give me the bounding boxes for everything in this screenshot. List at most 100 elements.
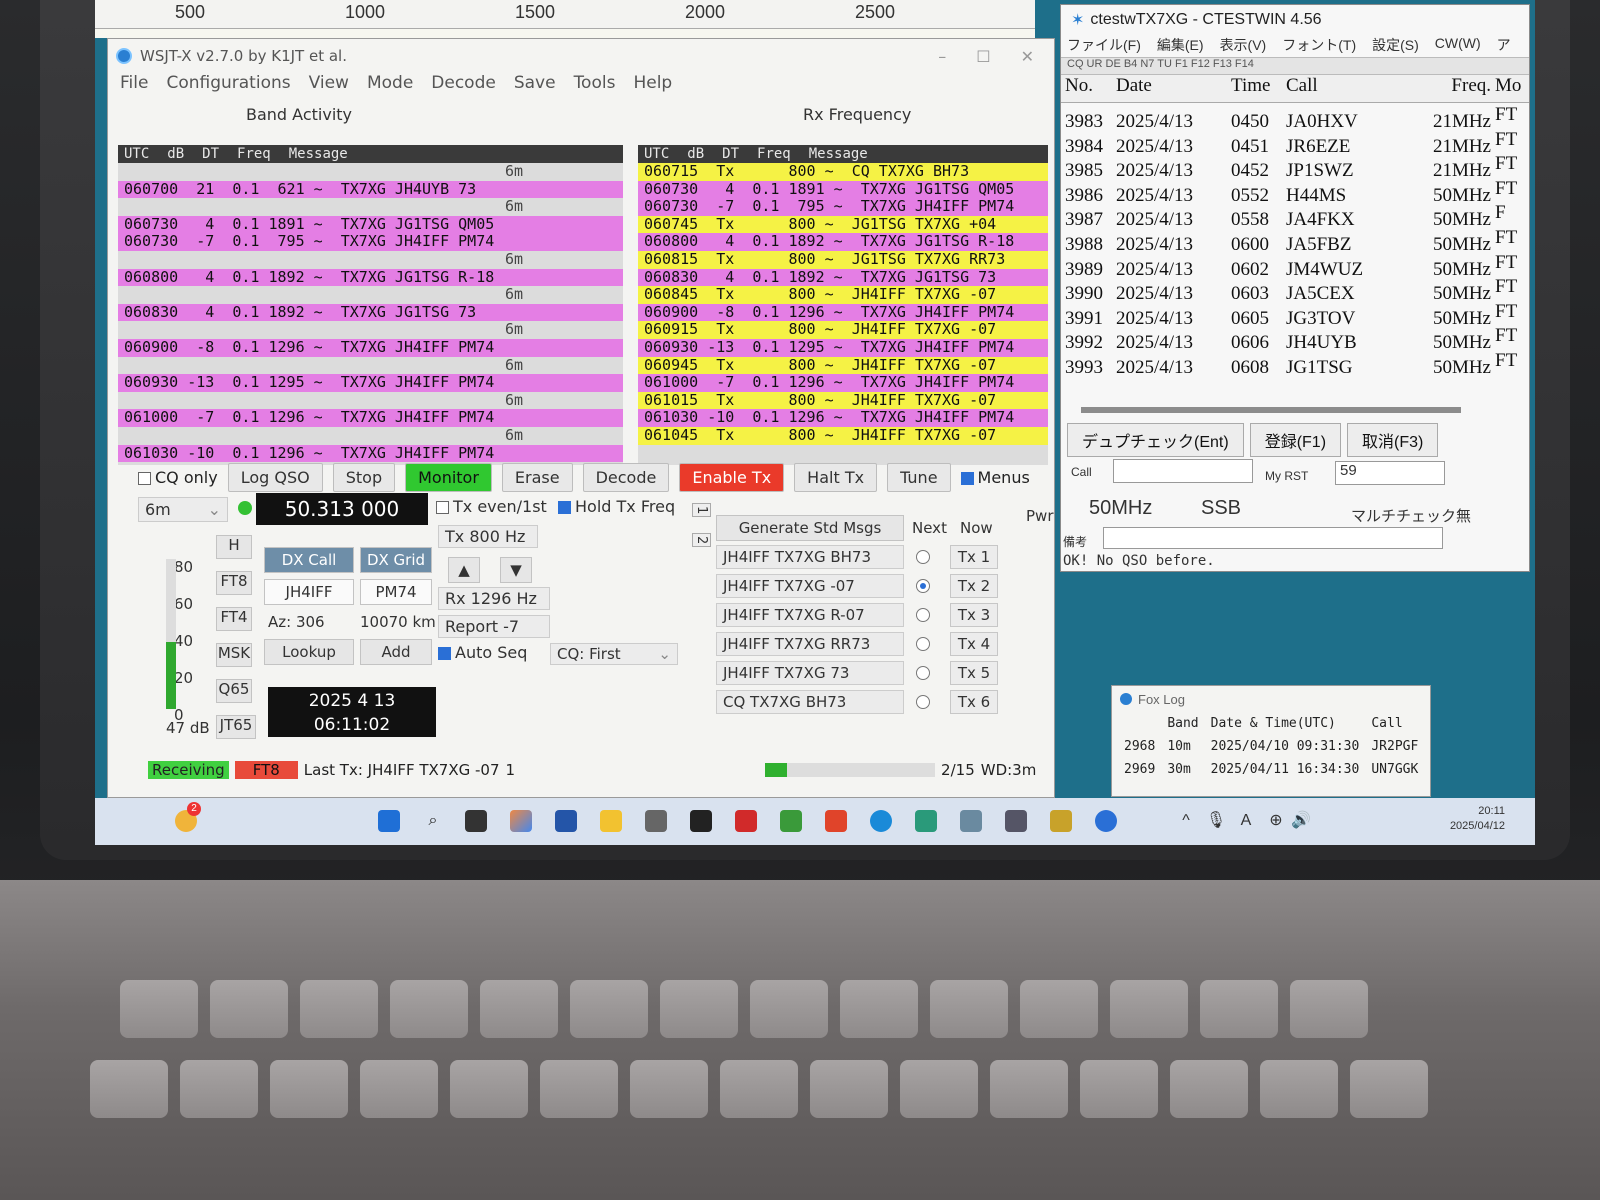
decode-row[interactable]: 060800 4 0.1 1892 ~ TX7XG JG1TSG R-18 xyxy=(638,233,1048,251)
decode-row[interactable]: 060915 Tx 800 ~ JH4IFF TX7XG -07 xyxy=(638,321,1048,339)
tx-even-checkbox[interactable]: Tx even/1st xyxy=(436,497,547,516)
decode-row[interactable]: 060730 -7 0.1 795 ~ TX7XG JH4IFF PM74 xyxy=(118,233,623,251)
decode-row[interactable]: 060700 21 0.1 621 ~ TX7XG JH4UYB 73 xyxy=(118,180,623,199)
decode-row[interactable]: 060730 4 0.1 1891 ~ TX7XG JG1TSG QM05 xyxy=(118,215,623,234)
decode-row[interactable]: 061030 -10 0.1 1296 ~ TX7XG JH4IFF PM74 xyxy=(638,409,1048,427)
drive-icon[interactable] xyxy=(690,810,712,832)
decode-row[interactable]: 060715 Tx 800 ~ CQ TX7XG BH73 xyxy=(638,163,1048,181)
pdf-icon[interactable] xyxy=(735,810,757,832)
wsjtx-taskbar-icon[interactable] xyxy=(1095,810,1117,832)
menu-configurations[interactable]: Configurations xyxy=(166,73,290,99)
next-radio[interactable] xyxy=(916,579,930,593)
next-radio[interactable] xyxy=(916,608,930,622)
auto-seq-box[interactable] xyxy=(438,647,451,660)
decode-row[interactable]: 060800 4 0.1 1892 ~ TX7XG JG1TSG R-18 xyxy=(118,268,623,287)
rx-frequency-list[interactable]: 060715 Tx 800 ~ CQ TX7XG BH73 060730 4 0.… xyxy=(638,163,1048,465)
menu-view[interactable]: View xyxy=(309,73,349,99)
table-row[interactable]: 3993 2025/4/13 0608 JG1TSG 50MHz FT xyxy=(1061,349,1529,378)
tab-2[interactable]: 2 xyxy=(692,533,711,548)
lookup-button[interactable]: Lookup xyxy=(264,639,354,665)
chevron-up-icon[interactable]: ^ xyxy=(1175,810,1197,832)
mode-h-button[interactable]: H xyxy=(216,535,252,559)
waterfall-bar[interactable] xyxy=(95,28,1035,38)
log-qso-button[interactable]: Log QSO xyxy=(227,463,323,492)
remarks-input[interactable] xyxy=(1103,527,1443,549)
mode-ft4-button[interactable]: FT4 xyxy=(216,607,252,631)
tx-now-button[interactable]: Tx 4 xyxy=(950,632,998,656)
table-row[interactable]: 3989 2025/4/13 0602 JM4WUZ 50MHz FT xyxy=(1061,251,1529,280)
rx-freq-spinbox[interactable]: Rx 1296 Hz xyxy=(438,587,550,610)
tx-now-button[interactable]: Tx 2 xyxy=(950,574,998,598)
register-button[interactable]: 登録(F1) xyxy=(1249,423,1342,457)
ctest-menu-settings[interactable]: 設定(S) xyxy=(1372,35,1419,57)
tx-now-button[interactable]: Tx 1 xyxy=(950,545,998,569)
copilot-icon[interactable] xyxy=(510,810,532,832)
volume-icon[interactable]: 🔊 xyxy=(1290,810,1312,832)
ctest-menu-view[interactable]: 表示(V) xyxy=(1220,35,1267,57)
dupe-check-button[interactable]: デュプチェック(Ent) xyxy=(1067,423,1244,457)
table-row[interactable]: 3983 2025/4/13 0450 JA0HXV 21MHz FT xyxy=(1061,103,1529,132)
mode-jt65-button[interactable]: JT65 xyxy=(216,715,256,739)
tx-now-button[interactable]: Tx 6 xyxy=(950,690,998,714)
mode-msk-button[interactable]: MSK xyxy=(216,643,252,667)
ctest-menu-font[interactable]: フォント(T) xyxy=(1282,35,1356,57)
arrow-down-icon[interactable]: ▼ xyxy=(500,557,532,583)
decode-row[interactable]: 060900 -8 0.1 1296 ~ TX7XG JH4IFF PM74 xyxy=(638,303,1048,322)
menu-tools[interactable]: Tools xyxy=(574,73,616,99)
app-icon[interactable] xyxy=(825,810,847,832)
erase-button[interactable]: Erase xyxy=(501,463,573,492)
band-activity-list[interactable]: 6m 060700 21 0.1 621 ~ TX7XG JH4UYB 73 6m 0… xyxy=(118,163,623,465)
decode-row[interactable]: 060930 -13 0.1 1295 ~ TX7XG JH4IFF PM74 xyxy=(118,374,623,392)
report-spinbox[interactable]: Report -7 xyxy=(438,615,550,638)
decode-row[interactable]: 061015 Tx 800 ~ JH4IFF TX7XG -07 xyxy=(638,391,1048,410)
table-row[interactable]: 3988 2025/4/13 0600 JA5FBZ 50MHz FT xyxy=(1061,226,1529,255)
minimize-icon[interactable]: – xyxy=(938,47,946,66)
menu-file[interactable]: File xyxy=(120,73,148,99)
decode-row[interactable]: 061000 -7 0.1 1296 ~ TX7XG JH4IFF PM74 xyxy=(638,374,1048,392)
tx-message-field[interactable]: JH4IFF TX7XG 73 xyxy=(716,661,904,685)
tx-message-field[interactable]: JH4IFF TX7XG -07 xyxy=(716,574,904,598)
store-icon[interactable] xyxy=(555,810,577,832)
add-button[interactable]: Add xyxy=(360,639,432,665)
next-radio[interactable] xyxy=(916,695,930,709)
table-row[interactable]: 3992 2025/4/13 0606 JH4UYB 50MHz FT xyxy=(1061,324,1529,353)
cq-mode-select[interactable]: CQ: First ⌄ xyxy=(550,643,678,665)
call-input[interactable] xyxy=(1113,459,1253,483)
enable-tx-button[interactable]: Enable Tx xyxy=(679,463,785,492)
stop-button[interactable]: Stop xyxy=(332,463,396,492)
table-row[interactable]: 3991 2025/4/13 0605 JG3TOV 50MHz FT xyxy=(1061,300,1529,329)
cq-only-box[interactable] xyxy=(138,472,151,485)
menu-help[interactable]: Help xyxy=(633,73,672,99)
tune-button[interactable]: Tune xyxy=(887,463,951,492)
tx-now-button[interactable]: Tx 5 xyxy=(950,661,998,685)
tray-clock[interactable]: 20:11 2025/04/12 xyxy=(1450,804,1505,834)
decode-row[interactable]: 060730 4 0.1 1891 ~ TX7XG JG1TSG QM05 xyxy=(638,180,1048,199)
cq-only-checkbox[interactable]: CQ only xyxy=(138,468,218,487)
decode-row[interactable]: 060830 4 0.1 1892 ~ TX7XG JG1TSG 73 xyxy=(638,268,1048,287)
ctestwin-taskbar-icon[interactable] xyxy=(915,810,937,832)
generate-std-msgs-button[interactable]: Generate Std Msgs xyxy=(716,515,904,541)
ctest-menu-file[interactable]: ファイル(F) xyxy=(1067,35,1141,57)
menu-save[interactable]: Save xyxy=(514,73,556,99)
ime-icon[interactable]: A xyxy=(1235,810,1257,832)
decode-row[interactable]: 060930 -13 0.1 1295 ~ TX7XG JH4IFF PM74 xyxy=(638,338,1048,357)
table-row[interactable]: 3986 2025/4/13 0552 H44MS 50MHz FT xyxy=(1061,177,1529,206)
dx-grid-input[interactable]: PM74 xyxy=(360,579,432,605)
maximize-icon[interactable]: ☐ xyxy=(976,47,990,66)
tx-message-field[interactable]: JH4IFF TX7XG RR73 xyxy=(716,632,904,656)
ctest-menu-more[interactable]: ア xyxy=(1497,35,1511,57)
window-app-icon[interactable] xyxy=(1005,810,1027,832)
hold-tx-freq-checkbox[interactable]: Hold Tx Freq xyxy=(558,497,675,516)
band-select[interactable]: 6m ⌄ xyxy=(138,497,228,522)
menus-checkbox[interactable]: Menus xyxy=(960,468,1030,487)
decode-row[interactable]: 061030 -10 0.1 1296 ~ TX7XG JH4IFF PM74 xyxy=(118,444,623,463)
task-view-icon[interactable] xyxy=(465,810,487,832)
decode-row[interactable]: 060845 Tx 800 ~ JH4IFF TX7XG -07 xyxy=(638,286,1048,304)
app-icon[interactable] xyxy=(960,810,982,832)
halt-tx-button[interactable]: Halt Tx xyxy=(794,463,878,492)
search-icon[interactable]: ⌕ xyxy=(422,810,444,832)
hold-tx-freq-box[interactable] xyxy=(558,501,571,514)
table-row[interactable]: 3984 2025/4/13 0451 JR6EZE 21MHz FT xyxy=(1061,128,1529,157)
table-row[interactable]: 3987 2025/4/13 0558 JA4FKX 50MHz F xyxy=(1061,201,1529,230)
tab-1[interactable]: 1 xyxy=(692,503,711,518)
